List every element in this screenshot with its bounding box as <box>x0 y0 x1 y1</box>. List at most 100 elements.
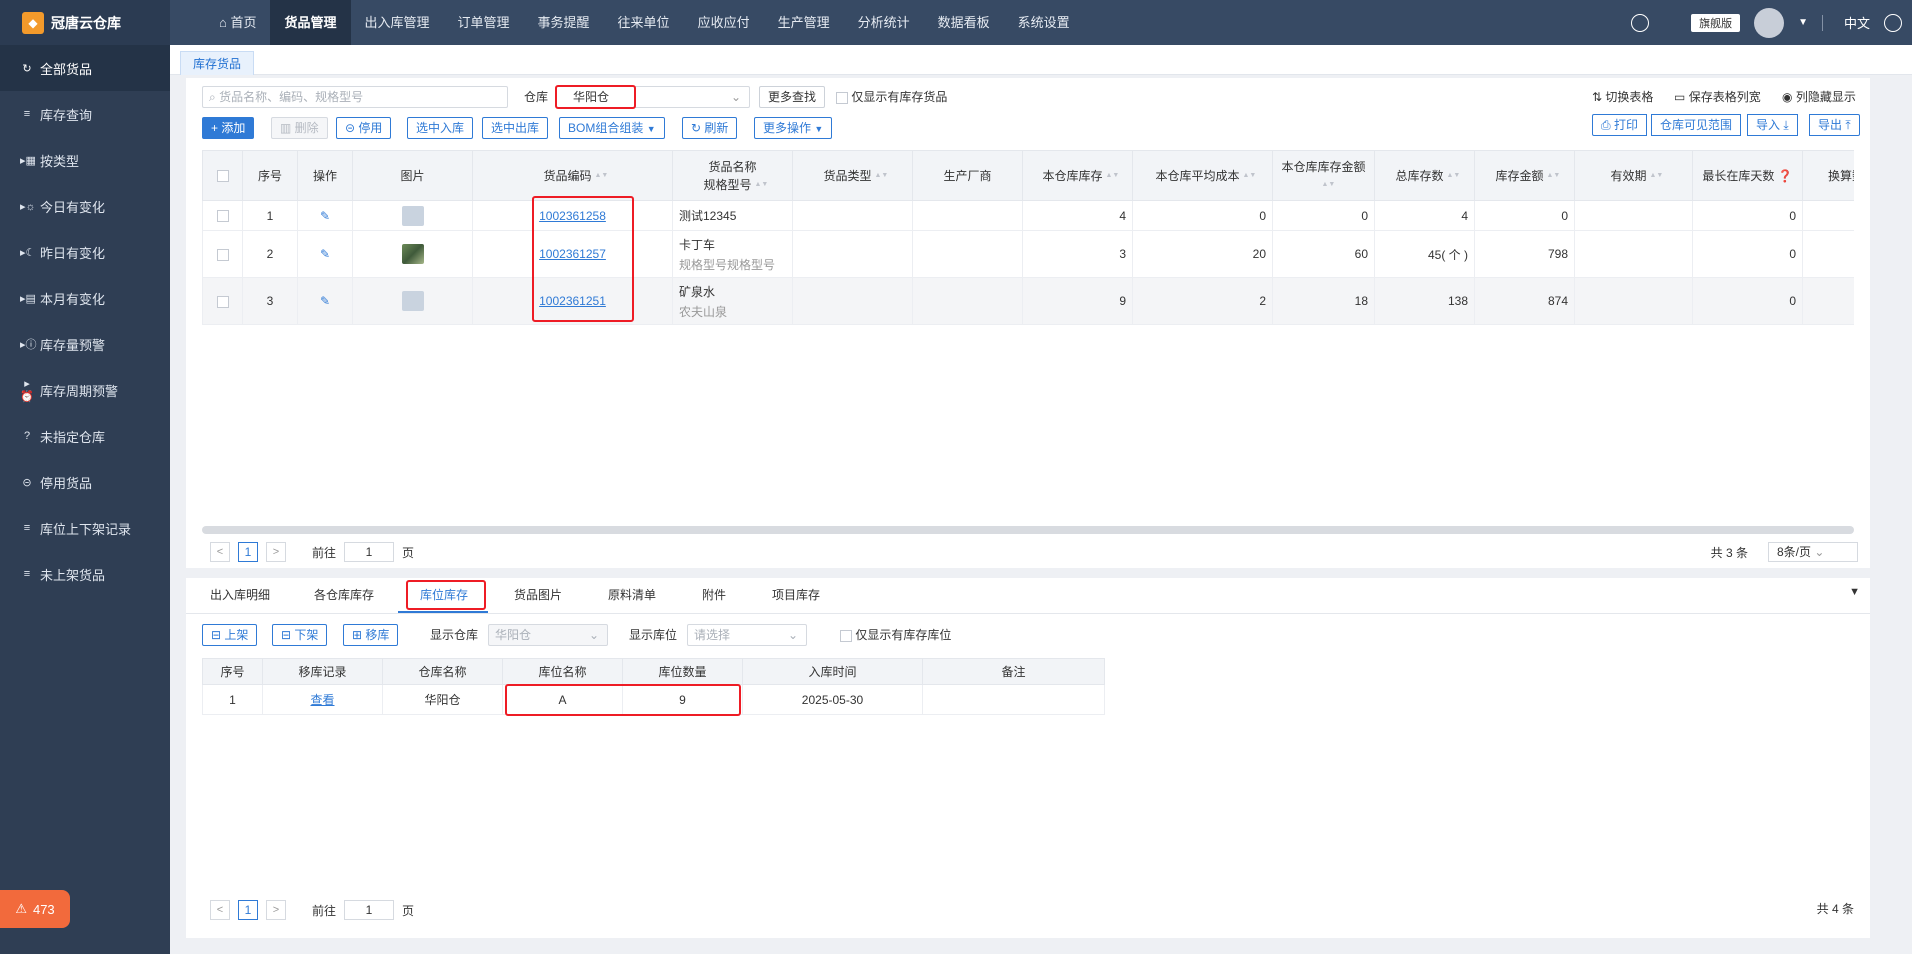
show-warehouse-select[interactable]: 华阳仓 ⌄ <box>488 624 608 646</box>
col-money[interactable]: 库存金额 ▲▼ <box>1474 150 1575 201</box>
app-logo[interactable]: ◆ 冠唐云仓库 <box>0 0 170 45</box>
edit-icon[interactable]: ✎ <box>297 230 353 278</box>
tab-inout-detail[interactable]: 出入库明细 <box>210 586 270 603</box>
stock-out-button[interactable]: 选中出库 <box>482 117 549 139</box>
edit-icon[interactable]: ✎ <box>297 200 353 231</box>
col-type[interactable]: 货品类型 ▲▼ <box>792 150 913 201</box>
image-placeholder[interactable] <box>352 200 473 231</box>
tab-stock-goods[interactable]: 库存货品 <box>180 51 255 75</box>
help-icon[interactable]: ❓ <box>1778 169 1793 183</box>
col-amount[interactable]: 本仓库库存金额▲▼ <box>1272 150 1375 201</box>
col-total[interactable]: 总库存数 ▲▼ <box>1374 150 1475 201</box>
current-page[interactable]: 1 <box>238 542 258 562</box>
sidebar-item-month[interactable]: ▸▤ 本月有变化 <box>0 275 170 321</box>
nav-dashboard[interactable]: 数据看板 <box>924 0 1004 45</box>
row-checkbox[interactable] <box>202 277 243 325</box>
disable-button[interactable]: ⊝ 停用 <box>336 117 392 139</box>
export-button[interactable]: 导出 ⤒ <box>1809 114 1860 136</box>
sidebar-item-shelf-records[interactable]: ≡ 库位上下架记录 <box>0 505 170 551</box>
globe-icon[interactable] <box>1884 13 1902 32</box>
nav-orders[interactable]: 订单管理 <box>444 0 524 45</box>
only-location-stock-checkbox[interactable]: 仅显示有库存库位 <box>840 624 951 646</box>
refresh-button[interactable]: ↻ 刷新 <box>682 117 738 139</box>
pagination: < 1 > 前往 1 页 <box>210 900 414 920</box>
sidebar-item-yesterday[interactable]: ▸☾ 昨日有变化 <box>0 229 170 275</box>
col-avg-cost[interactable]: 本仓库平均成本 ▲▼ <box>1132 150 1273 201</box>
search-input[interactable]: ⌕ 货品名称、编码、规格型号 <box>202 86 508 108</box>
col-name[interactable]: 货品名称 规格型号 ▲▼ <box>672 150 793 201</box>
col-stock[interactable]: 本仓库库存 ▲▼ <box>1022 150 1133 201</box>
more-search-button[interactable]: 更多查找 <box>759 86 826 108</box>
tab-attachments[interactable]: 附件 <box>702 586 726 603</box>
prev-page-button[interactable]: < <box>210 542 230 562</box>
col-expiry[interactable]: 有效期 ▲▼ <box>1574 150 1693 201</box>
view-record-link[interactable]: 查看 <box>262 684 383 715</box>
bom-button[interactable]: BOM组合组装 ▼ <box>559 117 665 139</box>
prev-page-button[interactable]: < <box>210 900 230 920</box>
save-column-width-button[interactable]: ▭ 保存表格列宽 <box>1674 86 1761 108</box>
sidebar-item-by-type[interactable]: ▸▦ 按类型 <box>0 137 170 183</box>
stock-in-button[interactable]: 选中入库 <box>407 117 474 139</box>
horizontal-scrollbar[interactable] <box>202 526 1854 534</box>
row-checkbox[interactable] <box>202 230 243 278</box>
move-location-button[interactable]: ⊞ 移库 <box>343 624 399 646</box>
tab-bom-list[interactable]: 原料清单 <box>608 586 656 603</box>
nav-finance[interactable]: 应收应付 <box>684 0 764 45</box>
switch-table-button[interactable]: ⇅ 切换表格 <box>1592 86 1653 108</box>
add-button[interactable]: + 添加 <box>202 117 255 139</box>
nav-goods[interactable]: 货品管理 <box>270 0 351 45</box>
sidebar-item-disabled[interactable]: ⊝ 停用货品 <box>0 459 170 505</box>
toggle-columns-button[interactable]: ◉ 列隐藏显示 <box>1782 86 1856 108</box>
tab-goods-images[interactable]: 货品图片 <box>514 586 562 603</box>
sidebar-item-all-goods[interactable]: ↻ 全部货品 <box>0 45 170 91</box>
table-row[interactable]: 3 ✎ 1002361251 矿泉水 农夫山泉 9 2 18 138 874 0 <box>202 277 1854 325</box>
goto-page-input[interactable]: 1 <box>344 900 395 920</box>
nav-partners[interactable]: 往来单位 <box>604 0 684 45</box>
user-menu-chevron-icon[interactable]: ▼ <box>1798 17 1808 28</box>
more-actions-button[interactable]: 更多操作 ▼ <box>754 117 833 139</box>
help-icon[interactable] <box>1631 13 1650 32</box>
sidebar-item-cycle-warning[interactable]: ▸⏰ 库存周期预警 <box>0 367 170 413</box>
print-button[interactable]: ⎙ 打印 <box>1592 114 1647 136</box>
nav-reminders[interactable]: 事务提醒 <box>524 0 604 45</box>
nav-settings[interactable]: 系统设置 <box>1004 0 1084 45</box>
next-page-button[interactable]: > <box>266 900 286 920</box>
visible-range-button[interactable]: 仓库可见范围 <box>1651 114 1742 136</box>
edit-icon[interactable]: ✎ <box>297 277 353 325</box>
page-size-select[interactable]: 8条/页 ⌄ <box>1768 542 1858 562</box>
sidebar-item-unshelved[interactable]: ≡ 未上架货品 <box>0 551 170 597</box>
delete-button[interactable]: ▥ 删除 <box>271 117 328 139</box>
select-all-checkbox[interactable] <box>202 150 243 201</box>
goto-page-input[interactable]: 1 <box>344 542 395 562</box>
goods-photo[interactable] <box>352 230 473 278</box>
tab-project-stock[interactable]: 项目库存 <box>772 586 820 603</box>
tab-warehouse-stock[interactable]: 各仓库库存 <box>314 586 374 603</box>
only-stock-checkbox[interactable]: 仅显示有库存货品 <box>836 86 947 108</box>
shelve-up-button[interactable]: ⊟ 上架 <box>202 624 258 646</box>
col-action: 操作 <box>297 150 353 201</box>
nav-inout[interactable]: 出入库管理 <box>351 0 444 45</box>
shelve-down-button[interactable]: ⊟ 下架 <box>272 624 328 646</box>
sidebar-item-today[interactable]: ▸☼ 今日有变化 <box>0 183 170 229</box>
import-button[interactable]: 导入 ⤓ <box>1747 114 1798 136</box>
show-location-select[interactable]: 请选择 ⌄ <box>687 624 807 646</box>
language-switch[interactable]: 中文 <box>1844 13 1870 32</box>
col-code[interactable]: 货品编码 ▲▼ <box>472 150 673 201</box>
image-placeholder[interactable] <box>352 277 473 325</box>
list-icon: ≡ <box>23 522 31 534</box>
nav-home[interactable]: ⌂ 首页 <box>205 0 270 45</box>
sidebar-item-stock-query[interactable]: ≡ 库存查询 <box>0 91 170 137</box>
next-page-button[interactable]: > <box>266 542 286 562</box>
avatar[interactable] <box>1754 7 1785 38</box>
sun-icon: ▸☼ <box>20 200 36 213</box>
collapse-caret-icon[interactable]: ▼ <box>1849 586 1860 598</box>
sidebar-item-unassigned[interactable]: ? 未指定仓库 <box>0 413 170 459</box>
current-page[interactable]: 1 <box>238 900 258 920</box>
sidebar-item-stock-warning[interactable]: ▸ⓘ 库存量预警 <box>0 321 170 367</box>
alert-badge[interactable]: ⚠ 473 <box>0 890 70 928</box>
nav-production[interactable]: 生产管理 <box>764 0 844 45</box>
nav-analysis[interactable]: 分析统计 <box>844 0 924 45</box>
table-row[interactable]: 1 ✎ 1002361258 测试12345 4 0 0 4 0 0 <box>202 200 1854 231</box>
row-checkbox[interactable] <box>202 200 243 231</box>
table-row[interactable]: 2 ✎ 1002361257 卡丁车 规格型号规格型号 3 20 60 45( 个… <box>202 230 1854 278</box>
